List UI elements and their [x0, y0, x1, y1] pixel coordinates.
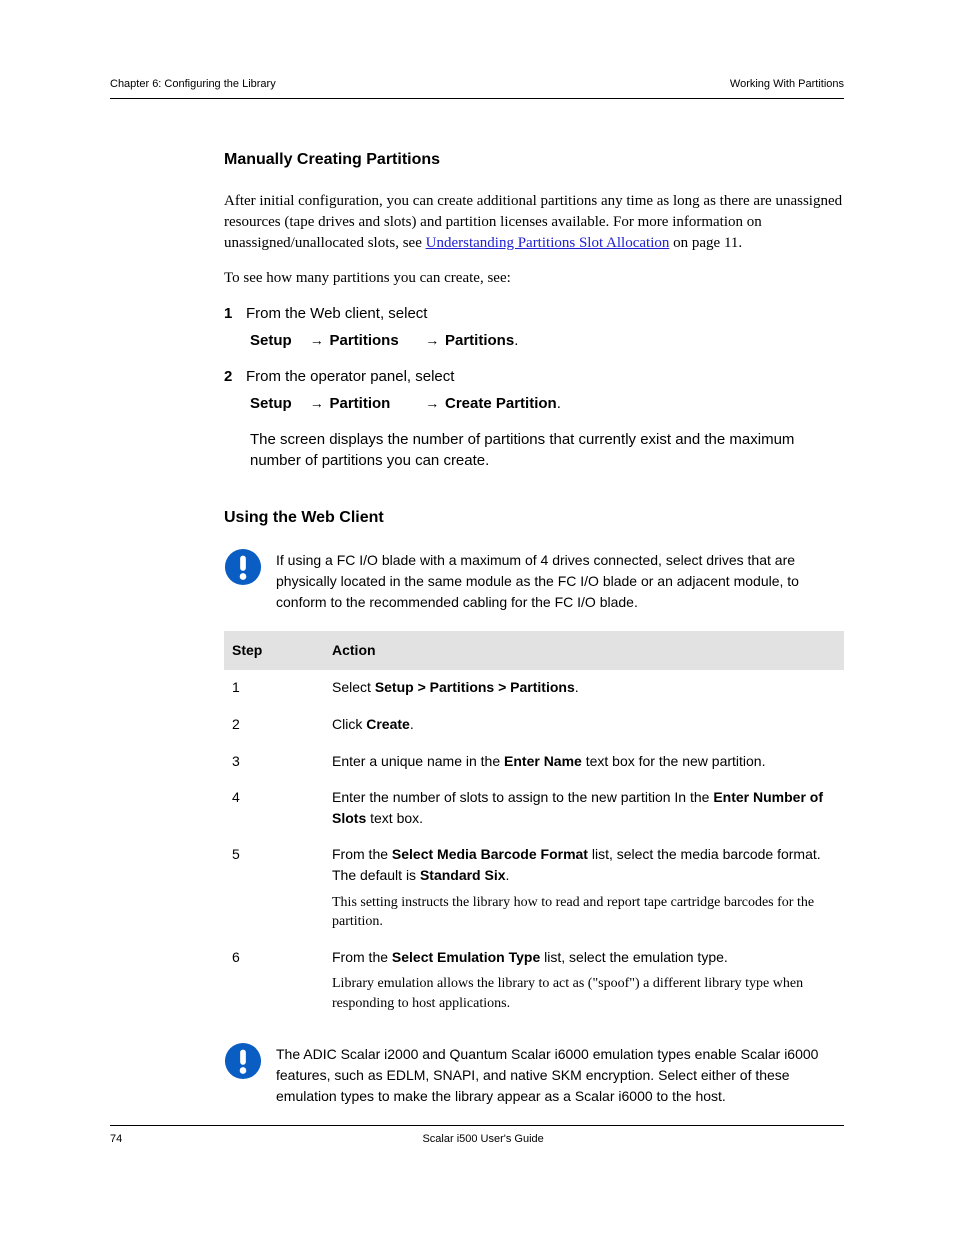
cell-note: This setting instructs the library how t… [332, 893, 836, 932]
intro-text-suffix: on page 11. [669, 235, 742, 251]
arrow-right-icon: → [423, 331, 441, 351]
notice-text: If using a FC I/O blade with a maximum o… [276, 546, 844, 613]
table-header-row: Step Action [224, 631, 844, 671]
arrow-right-icon: → [308, 331, 326, 351]
menu-period: . [514, 330, 518, 351]
menu-setup: Setup [250, 393, 304, 414]
section-title-manual: Manually Creating Partitions [224, 149, 844, 171]
cell-note: Library emulation allows the library to … [332, 974, 836, 1013]
table-row: 6 From the Select Emulation Type list, s… [224, 940, 844, 1022]
header-chapter: Chapter 6: Configuring the Library [110, 77, 276, 92]
header-section: Working With Partitions [730, 77, 844, 92]
cell-action: Click Create. [324, 707, 844, 744]
notice-emulation-types: The ADIC Scalar i2000 and Quantum Scalar… [224, 1040, 844, 1107]
alert-icon [224, 548, 262, 586]
para-screen-displays: The screen displays the number of partit… [250, 429, 844, 471]
table-row: 2 Click Create. [224, 707, 844, 744]
table-row: 1 Select Setup > Partitions > Partitions… [224, 670, 844, 707]
step-1: 1 From the Web client, select [224, 303, 844, 324]
col-action: Action [324, 631, 844, 671]
cell-action: From the Select Media Barcode Format lis… [324, 837, 844, 939]
cell-step: 3 [224, 744, 324, 781]
menu-path-operator: Setup → Partition → Create Partition. [250, 393, 844, 415]
menu-create-partition: Create Partition [445, 393, 557, 414]
intro-paragraph: After initial configuration, you can cre… [224, 191, 844, 254]
footer-title: Scalar i500 User's Guide [422, 1132, 543, 1147]
notice-fc-io-blade: If using a FC I/O blade with a maximum o… [224, 546, 844, 613]
cell-action: Select Setup > Partitions > Partitions. [324, 670, 844, 707]
cell-step: 1 [224, 670, 324, 707]
steps-table: Step Action 1 Select Setup > Partitions … [224, 631, 844, 1022]
menu-period: . [557, 393, 561, 414]
cell-step: 5 [224, 837, 324, 939]
cell-action: From the Select Emulation Type list, sel… [324, 940, 844, 1022]
step-text-prefix: From the Web client, select [246, 305, 427, 322]
menu-partitions-1: Partitions [330, 330, 420, 351]
page-number: 74 [110, 1132, 122, 1147]
menu-setup: Setup [250, 330, 304, 351]
cell-step: 6 [224, 940, 324, 1022]
para-see-how-many: To see how many partitions you can creat… [224, 268, 844, 289]
menu-path-web: Setup → Partitions → Partitions. [250, 330, 844, 352]
table-row: 3 Enter a unique name in the Enter Name … [224, 744, 844, 781]
col-step: Step [224, 631, 324, 671]
sub-heading-web-client: Using the Web Client [224, 507, 844, 529]
table-row: 4 Enter the number of slots to assign to… [224, 780, 844, 837]
step-number: 1 [224, 303, 238, 324]
step-number: 2 [224, 366, 238, 387]
arrow-right-icon: → [423, 394, 441, 414]
step-text-prefix: From the operator panel, select [246, 368, 454, 385]
cell-step: 2 [224, 707, 324, 744]
cell-step: 4 [224, 780, 324, 837]
cross-ref-link[interactable]: Understanding Partitions Slot Allocation [426, 235, 670, 251]
menu-partition: Partition [330, 393, 420, 414]
notice-text: The ADIC Scalar i2000 and Quantum Scalar… [276, 1040, 844, 1107]
arrow-right-icon: → [308, 394, 326, 414]
cell-action: Enter a unique name in the Enter Name te… [324, 744, 844, 781]
menu-partitions-2: Partitions [445, 330, 514, 351]
cell-action: Enter the number of slots to assign to t… [324, 780, 844, 837]
step-2: 2 From the operator panel, select [224, 366, 844, 387]
alert-icon [224, 1042, 262, 1080]
table-row: 5 From the Select Media Barcode Format l… [224, 837, 844, 939]
